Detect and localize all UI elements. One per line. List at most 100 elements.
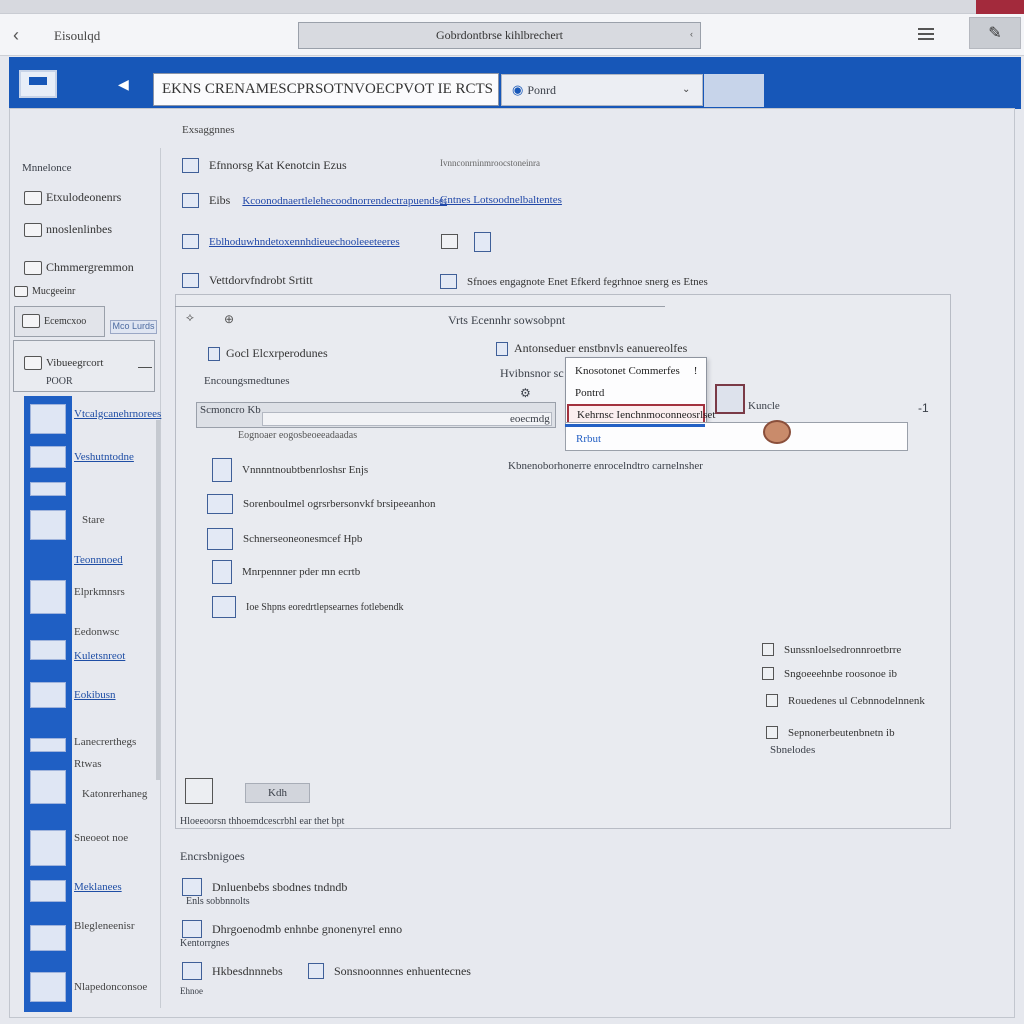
result-text: Rrbut (576, 433, 602, 445)
chevron-down-icon[interactable]: ⌄ (682, 84, 690, 95)
strip-link[interactable]: Veshutntodne (74, 451, 134, 463)
content-row-link[interactable]: Kcoonodnaertlelehecoodnorrendectrapuends… (242, 195, 447, 207)
pin-icon[interactable]: ⟡ (186, 310, 194, 325)
thumbnail[interactable] (30, 770, 66, 804)
strip-note: Elprkmnsrs (74, 586, 125, 598)
thumbnail[interactable] (30, 830, 66, 866)
thumbnail[interactable] (30, 640, 66, 660)
thumbnail[interactable] (30, 404, 66, 434)
thumbnail[interactable] (30, 482, 66, 496)
panel-category[interactable]: Gocl Elcxrperodunes (208, 346, 328, 361)
bottom-item[interactable]: Dhrgoenodmb enhnbe gnonenyrel enno (182, 920, 402, 938)
panel-button-label: Kdh (268, 787, 287, 799)
content-row[interactable]: Eblhoduwhndetoxennhdieuechooleeeteeres (182, 234, 400, 249)
strip-note: Blegleneenisr (74, 920, 135, 932)
document-icon[interactable] (474, 232, 491, 252)
content-row-prefix: Eibs (209, 193, 231, 207)
thumbnail[interactable] (30, 446, 66, 468)
avatar[interactable] (763, 420, 791, 444)
edit-action-button[interactable]: ✎ (969, 17, 1021, 49)
gear-icon[interactable]: ⚙ (520, 386, 531, 400)
bottom-item-label: Dnluenbebs sbodnes tndndb (212, 879, 348, 894)
strip-link[interactable]: Eokibusn (74, 689, 116, 701)
strip-link[interactable]: Vtcalgcanehrnorees (74, 408, 161, 420)
bottom-item[interactable]: Dnluenbebs sbodnes tndndb (182, 878, 347, 896)
strip-link[interactable]: Kuletsnreot (74, 650, 125, 662)
link-icon (24, 222, 42, 237)
sidebar-title: Mnnelonce (22, 162, 72, 174)
right-list-sub: Sbnelodes (770, 744, 816, 756)
warning-icon: ! (693, 364, 698, 377)
add-icon[interactable]: ⊕ (224, 312, 234, 326)
dropdown-item[interactable]: Knosotonet Commerfes! (567, 360, 705, 381)
content-row-link[interactable]: Eblhoduwhndetoxennhdieuechooleeeteeres (209, 236, 400, 248)
thumbnail[interactable] (30, 880, 66, 902)
strip-link[interactable]: Meklanees (74, 881, 122, 893)
calendar-icon[interactable] (185, 778, 213, 804)
sidebar-item[interactable]: nnoslenlinbes (24, 222, 112, 237)
sidebar-item[interactable]: Chmmergremmon (24, 260, 134, 275)
minus-icon[interactable]: -1 (918, 401, 929, 415)
panel-list-item[interactable]: Ioe Shpns eoredrtlepsearnes fotlebendk (212, 596, 403, 618)
panel-list-item[interactable]: Sorenboulmel ogrsrbersonvkf brsipeeanhon (207, 494, 435, 514)
value-input[interactable] (262, 412, 552, 426)
dropdown-item[interactable]: Pontrd (567, 382, 705, 403)
back-button[interactable]: ‹ (6, 24, 26, 46)
right-list-item[interactable]: Rouedenes ul Cebnnodelnnenk (766, 694, 925, 707)
content-row[interactable]: Sfnoes engagnote Enet Efkerd fegrhnoe sn… (440, 274, 708, 289)
collapse-icon[interactable]: — (138, 358, 152, 374)
dropdown-item-label: Kehrnsc Ienchnmoconneosrlset (577, 408, 716, 421)
strip-link[interactable]: Teonnnoed (74, 554, 123, 566)
thumbnail[interactable] (30, 972, 66, 1002)
content-row-label: Sfnoes engagnote Enet Efkerd fegrhnoe sn… (467, 275, 708, 288)
bottom-item[interactable]: Hkbesdnnnebs (182, 962, 283, 980)
scrollbar[interactable] (156, 420, 160, 780)
panel-button[interactable]: Kdh (245, 783, 310, 803)
preview-icon[interactable] (715, 384, 745, 414)
user-icon (766, 726, 778, 739)
grid-icon (182, 962, 202, 980)
right-list-item[interactable]: Sunssnloelsedronnroetbrre (762, 643, 901, 656)
thumbnail[interactable] (30, 580, 66, 614)
bottom-item-label: Sonsnoonnnes enhuentecnes (334, 963, 471, 978)
content-row-link-secondary[interactable]: Cntnes Lotsoodnelbaltentes (440, 194, 562, 206)
bottom-item-label: Dhrgoenodmb enhnbe gnonenyrel enno (212, 921, 403, 936)
thumbnail[interactable] (30, 510, 66, 540)
field-suffix: eoecmdg (510, 413, 550, 425)
arrow-left-icon[interactable]: ◀ (118, 76, 129, 93)
chevron-left-icon[interactable]: ‹ (690, 29, 693, 39)
settings-icon (182, 158, 199, 173)
thumbnail[interactable] (30, 738, 66, 752)
right-list-label: Sngoeeehnbe roosonoe ib (784, 667, 898, 680)
content-row[interactable]: Vettdorvfndrobt Srtitt (182, 273, 313, 288)
panel-divider (175, 294, 665, 307)
sidebar-tag: Mco Lurds (110, 320, 157, 334)
right-list-item[interactable]: Sepnonerbeutenbnetn ib (766, 726, 895, 739)
panel-list-item[interactable]: Vnnnntnoubtbenrloshsr Enjs (212, 458, 368, 482)
panel-list-item[interactable]: Mnrpennner pder mn ecrtb (212, 560, 360, 584)
sidebar-item[interactable]: Etxulodeonenrs (24, 190, 121, 205)
sidebar-item[interactable]: Mucgeeinr (14, 286, 75, 297)
content-row[interactable]: Efnnorsg Kat Kenotcin Ezus (182, 158, 347, 173)
thumbnail[interactable] (30, 682, 66, 708)
image-icon[interactable] (441, 234, 458, 249)
panel-right-header[interactable]: Antonseduer enstbnvls eanuereolfes (496, 341, 687, 356)
scope-select[interactable]: ◉ Ponrd (501, 74, 703, 106)
sidebar-group-row[interactable]: Vibueegrcort (24, 356, 103, 370)
hamburger-menu-icon[interactable] (918, 28, 934, 40)
content-row[interactable]: Eibs Kcoonodnaertlelehecoodnorrendectrapu… (182, 193, 447, 208)
address-bar[interactable]: Gobrdontbrse kihlbrechert (298, 22, 701, 49)
app-logo-icon[interactable] (19, 70, 57, 98)
search-input[interactable]: EKNS CRENAMESCPRSOTNVOECPVOT IE RCTS (153, 73, 499, 106)
thumbnail[interactable] (30, 925, 66, 951)
strip-note: Lanecrerthegs (74, 736, 137, 748)
right-list-item[interactable]: Sngoeeehnbe roosonoe ib (762, 667, 897, 680)
edit-icon (22, 314, 40, 328)
content-row-link[interactable]: Cntnes Lotsoodnelbaltentes (440, 194, 562, 206)
close-tab-button[interactable] (976, 0, 1024, 14)
sidebar-item-selected-row[interactable]: Ecemcxoo (22, 314, 86, 328)
panel-list-item[interactable]: Schnerseoneonesmcef Hpb (207, 528, 362, 550)
bottom-item[interactable]: Sonsnoonnnes enhuentecnes (308, 963, 471, 979)
bottom-item-sub: Ehnoe (180, 986, 203, 996)
strip-note: Sneoeot noe (74, 832, 129, 844)
